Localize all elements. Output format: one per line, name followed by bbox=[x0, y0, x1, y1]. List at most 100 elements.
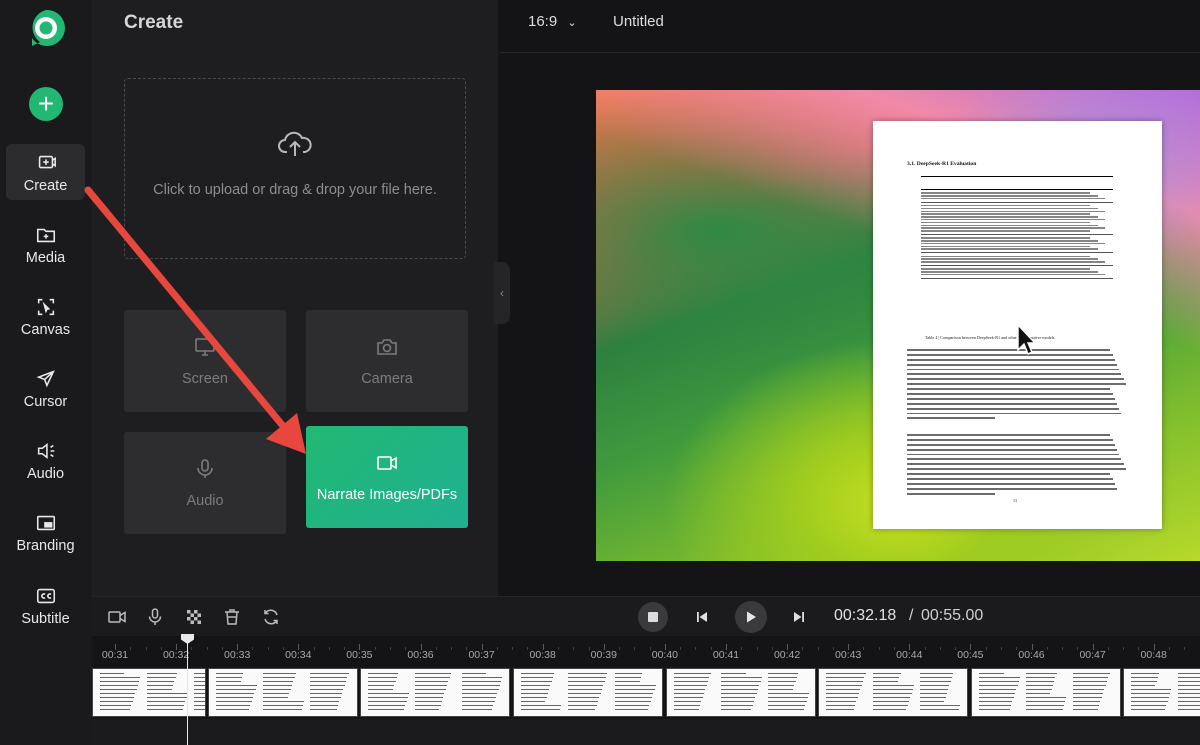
ruler-tick-label: 00:47 bbox=[1079, 649, 1106, 661]
cloud-upload-icon bbox=[278, 131, 312, 156]
project-title[interactable]: Untitled bbox=[613, 13, 664, 30]
monitor-icon bbox=[195, 338, 215, 356]
thumbnail-text-line bbox=[310, 692, 343, 695]
table-row-group bbox=[921, 253, 1113, 266]
branding-icon bbox=[36, 515, 55, 531]
ruler-minor-tick bbox=[283, 647, 285, 650]
thumbnail-text-line bbox=[826, 684, 862, 687]
refresh-icon bbox=[264, 609, 278, 625]
tile-label: Narrate Images/PDFs bbox=[316, 487, 458, 503]
table-rows bbox=[921, 204, 1113, 233]
text-line bbox=[907, 438, 1113, 441]
sidebar-item-subtitle[interactable]: Subtitle bbox=[6, 577, 85, 633]
clip-thumbnail bbox=[412, 673, 456, 713]
timeline-clip[interactable] bbox=[1123, 668, 1200, 717]
thumbnail-text-line bbox=[768, 673, 799, 675]
clip-thumbnail bbox=[1128, 673, 1172, 713]
sidebar-item-branding[interactable]: Branding bbox=[6, 504, 85, 560]
stop-button[interactable] bbox=[638, 602, 668, 632]
table-header bbox=[921, 176, 1113, 190]
thumbnail-text-line bbox=[1178, 696, 1200, 699]
collapse-panel-button[interactable]: ‹ bbox=[494, 262, 510, 324]
thumbnail-text-line bbox=[920, 676, 953, 679]
background-toggle-button[interactable] bbox=[184, 607, 204, 627]
thumbnail-text-line bbox=[100, 696, 134, 699]
skip-forward-button[interactable] bbox=[789, 607, 809, 627]
thumbnail-text-line bbox=[263, 700, 305, 703]
table-row-line bbox=[921, 207, 1098, 210]
ruler-minor-tick bbox=[924, 647, 926, 650]
sidebar-item-canvas[interactable]: Canvas bbox=[6, 288, 85, 344]
text-line bbox=[907, 378, 1124, 381]
timeline-scroll-area[interactable] bbox=[92, 719, 1200, 745]
delete-button[interactable] bbox=[222, 607, 242, 627]
text-line bbox=[907, 463, 1124, 466]
thumbnail-text-line bbox=[100, 688, 137, 691]
aspect-ratio-select[interactable]: 16:9 ⌄ bbox=[528, 13, 577, 30]
ruler-minor-tick bbox=[130, 647, 132, 650]
timeline-clip[interactable] bbox=[513, 668, 663, 717]
microphone-toggle-button[interactable] bbox=[145, 607, 165, 627]
app-logo[interactable] bbox=[26, 8, 66, 48]
thumbnail-text-line bbox=[920, 673, 954, 675]
timeline-clip[interactable] bbox=[92, 668, 206, 717]
timeline-clip[interactable] bbox=[208, 668, 358, 717]
paragraph-2 bbox=[907, 434, 1128, 498]
ruler-minor-tick bbox=[451, 647, 453, 650]
sidebar-item-create[interactable]: Create bbox=[6, 144, 85, 200]
thumbnail-text-line bbox=[721, 704, 753, 707]
camera-record-button[interactable]: Camera bbox=[306, 310, 468, 412]
new-project-button[interactable]: + bbox=[29, 87, 63, 121]
ruler-minor-tick bbox=[405, 647, 407, 650]
thumbnail-text-line bbox=[674, 673, 711, 675]
checkerboard-icon bbox=[187, 610, 201, 624]
sidebar-item-label: Canvas bbox=[20, 322, 71, 338]
thumbnail-text-line bbox=[1131, 708, 1165, 711]
narrate-images-pdfs-button[interactable]: Narrate Images/PDFs bbox=[306, 426, 468, 528]
ruler-minor-tick bbox=[466, 647, 468, 650]
timeline-clip[interactable] bbox=[666, 668, 816, 717]
thumbnail-text-line bbox=[462, 700, 495, 703]
thumbnail-text-line bbox=[1026, 692, 1051, 695]
replace-button[interactable] bbox=[261, 607, 281, 627]
transport-bar: 00:32.18 / 00:55.00 bbox=[92, 596, 1200, 637]
timeline-ruler[interactable]: 00:31 00:32 00:33 00:34 00:35 00:36 00:37 00:38… bbox=[92, 636, 1200, 666]
clip-thumbnail bbox=[565, 673, 609, 713]
sidebar-item-cursor[interactable]: Cursor bbox=[6, 360, 85, 416]
thumbnail-text-line bbox=[615, 673, 643, 675]
thumbnail-text-line bbox=[1026, 696, 1067, 699]
thumbnail-text-line bbox=[979, 688, 1017, 691]
skip-back-button[interactable] bbox=[692, 607, 712, 627]
play-button[interactable] bbox=[735, 601, 767, 633]
video-track[interactable] bbox=[92, 667, 1200, 719]
ruler-minor-tick bbox=[557, 647, 559, 650]
thumbnail-text-line bbox=[721, 696, 756, 699]
cc-icon bbox=[36, 588, 55, 604]
ruler-minor-tick bbox=[160, 647, 162, 650]
thumbnail-text-line bbox=[1178, 700, 1200, 703]
audio-record-button[interactable]: Audio bbox=[124, 432, 286, 534]
thumbnail-text-line bbox=[462, 708, 492, 711]
thumbnail-text-line bbox=[1026, 688, 1052, 691]
timeline-clip[interactable] bbox=[818, 668, 968, 717]
thumbnail-text-line bbox=[1178, 704, 1200, 707]
sidebar-item-audio[interactable]: Audio bbox=[6, 432, 85, 488]
ruler-minor-tick bbox=[863, 647, 865, 650]
timeline-clip[interactable] bbox=[971, 668, 1121, 717]
thumbnail-text-line bbox=[979, 700, 1013, 703]
text-line bbox=[907, 397, 1115, 400]
thumbnail-text-line bbox=[462, 704, 494, 707]
upload-dropzone[interactable]: Click to upload or drag & drop your file… bbox=[124, 78, 466, 259]
thumbnail-text-line bbox=[768, 676, 798, 679]
clip-thumbnail bbox=[365, 673, 410, 713]
ruler-minor-tick bbox=[1107, 647, 1109, 650]
thumbnail-text-line bbox=[147, 692, 188, 695]
table-rows bbox=[921, 267, 1113, 277]
camera-toggle-button[interactable] bbox=[107, 607, 127, 627]
timeline-clip[interactable] bbox=[360, 668, 510, 717]
microphone-icon bbox=[197, 459, 213, 478]
table-row-group bbox=[921, 266, 1113, 279]
sidebar-item-media[interactable]: Media bbox=[6, 216, 85, 272]
playhead-line[interactable] bbox=[187, 638, 188, 745]
screen-record-button[interactable]: Screen bbox=[124, 310, 286, 412]
